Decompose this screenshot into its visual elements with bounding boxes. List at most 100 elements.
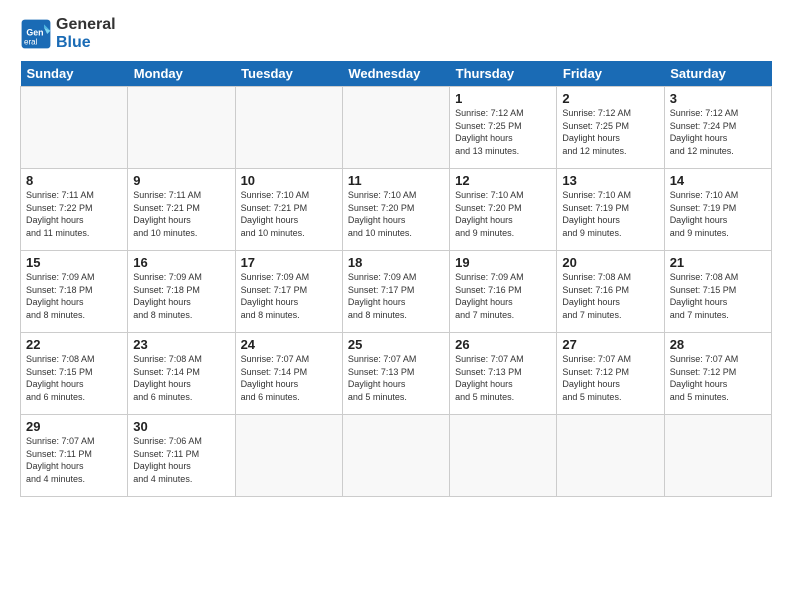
day-number: 25 (348, 337, 444, 352)
day-detail: Sunrise: 7:08 AMSunset: 7:15 PMDaylight … (670, 272, 739, 320)
day-detail: Sunrise: 7:07 AMSunset: 7:13 PMDaylight … (348, 354, 417, 402)
day-detail: Sunrise: 7:10 AMSunset: 7:20 PMDaylight … (455, 190, 524, 238)
day-number: 1 (455, 91, 551, 106)
svg-text:Gen: Gen (26, 27, 43, 37)
day-number: 21 (670, 255, 766, 270)
calendar-cell (450, 415, 557, 497)
calendar-cell: 26 Sunrise: 7:07 AMSunset: 7:13 PMDaylig… (450, 333, 557, 415)
day-detail: Sunrise: 7:07 AMSunset: 7:13 PMDaylight … (455, 354, 524, 402)
day-number: 23 (133, 337, 229, 352)
calendar-cell: 23 Sunrise: 7:08 AMSunset: 7:14 PMDaylig… (128, 333, 235, 415)
calendar-cell: 22 Sunrise: 7:08 AMSunset: 7:15 PMDaylig… (21, 333, 128, 415)
week-row-3: 15 Sunrise: 7:09 AMSunset: 7:18 PMDaylig… (21, 251, 772, 333)
day-detail: Sunrise: 7:12 AMSunset: 7:25 PMDaylight … (562, 108, 631, 156)
calendar-cell: 24 Sunrise: 7:07 AMSunset: 7:14 PMDaylig… (235, 333, 342, 415)
day-detail: Sunrise: 7:11 AMSunset: 7:22 PMDaylight … (26, 190, 94, 238)
calendar-cell (342, 415, 449, 497)
calendar-cell: 21 Sunrise: 7:08 AMSunset: 7:15 PMDaylig… (664, 251, 771, 333)
day-number: 29 (26, 419, 122, 434)
calendar-cell: 20 Sunrise: 7:08 AMSunset: 7:16 PMDaylig… (557, 251, 664, 333)
day-number: 15 (26, 255, 122, 270)
day-detail: Sunrise: 7:07 AMSunset: 7:12 PMDaylight … (670, 354, 739, 402)
day-number: 9 (133, 173, 229, 188)
day-detail: Sunrise: 7:11 AMSunset: 7:21 PMDaylight … (133, 190, 201, 238)
calendar-cell (21, 87, 128, 169)
day-number: 27 (562, 337, 658, 352)
day-number: 14 (670, 173, 766, 188)
calendar-table: SundayMondayTuesdayWednesdayThursdayFrid… (20, 61, 772, 497)
calendar-cell: 29 Sunrise: 7:07 AMSunset: 7:11 PMDaylig… (21, 415, 128, 497)
day-detail: Sunrise: 7:07 AMSunset: 7:11 PMDaylight … (26, 436, 95, 484)
calendar-cell: 13 Sunrise: 7:10 AMSunset: 7:19 PMDaylig… (557, 169, 664, 251)
calendar-cell: 19 Sunrise: 7:09 AMSunset: 7:16 PMDaylig… (450, 251, 557, 333)
calendar-cell (235, 415, 342, 497)
calendar-cell (128, 87, 235, 169)
calendar-cell: 9 Sunrise: 7:11 AMSunset: 7:21 PMDayligh… (128, 169, 235, 251)
day-number: 3 (670, 91, 766, 106)
calendar-cell: 16 Sunrise: 7:09 AMSunset: 7:18 PMDaylig… (128, 251, 235, 333)
day-detail: Sunrise: 7:07 AMSunset: 7:14 PMDaylight … (241, 354, 310, 402)
calendar-cell: 30 Sunrise: 7:06 AMSunset: 7:11 PMDaylig… (128, 415, 235, 497)
day-number: 28 (670, 337, 766, 352)
day-header-sunday: Sunday (21, 61, 128, 87)
day-number: 30 (133, 419, 229, 434)
day-detail: Sunrise: 7:09 AMSunset: 7:17 PMDaylight … (241, 272, 310, 320)
day-number: 16 (133, 255, 229, 270)
day-detail: Sunrise: 7:10 AMSunset: 7:19 PMDaylight … (562, 190, 631, 238)
calendar-cell: 18 Sunrise: 7:09 AMSunset: 7:17 PMDaylig… (342, 251, 449, 333)
day-number: 13 (562, 173, 658, 188)
header: Gen eral General Blue (20, 16, 772, 51)
day-header-thursday: Thursday (450, 61, 557, 87)
calendar-cell: 2 Sunrise: 7:12 AMSunset: 7:25 PMDayligh… (557, 87, 664, 169)
day-number: 24 (241, 337, 337, 352)
calendar-cell: 12 Sunrise: 7:10 AMSunset: 7:20 PMDaylig… (450, 169, 557, 251)
day-detail: Sunrise: 7:06 AMSunset: 7:11 PMDaylight … (133, 436, 202, 484)
day-header-wednesday: Wednesday (342, 61, 449, 87)
day-number: 12 (455, 173, 551, 188)
logo: Gen eral General Blue (20, 16, 116, 51)
week-row-4: 22 Sunrise: 7:08 AMSunset: 7:15 PMDaylig… (21, 333, 772, 415)
day-detail: Sunrise: 7:08 AMSunset: 7:15 PMDaylight … (26, 354, 95, 402)
calendar-cell: 1 Sunrise: 7:12 AMSunset: 7:25 PMDayligh… (450, 87, 557, 169)
calendar-cell: 3 Sunrise: 7:12 AMSunset: 7:24 PMDayligh… (664, 87, 771, 169)
page: Gen eral General Blue SundayMondayTuesda… (0, 0, 792, 507)
calendar-cell (342, 87, 449, 169)
calendar-cell: 10 Sunrise: 7:10 AMSunset: 7:21 PMDaylig… (235, 169, 342, 251)
calendar-cell: 15 Sunrise: 7:09 AMSunset: 7:18 PMDaylig… (21, 251, 128, 333)
calendar-cell: 28 Sunrise: 7:07 AMSunset: 7:12 PMDaylig… (664, 333, 771, 415)
day-detail: Sunrise: 7:10 AMSunset: 7:21 PMDaylight … (241, 190, 310, 238)
day-detail: Sunrise: 7:09 AMSunset: 7:18 PMDaylight … (26, 272, 95, 320)
day-detail: Sunrise: 7:10 AMSunset: 7:19 PMDaylight … (670, 190, 739, 238)
day-number: 20 (562, 255, 658, 270)
day-detail: Sunrise: 7:09 AMSunset: 7:16 PMDaylight … (455, 272, 524, 320)
week-row-5: 29 Sunrise: 7:07 AMSunset: 7:11 PMDaylig… (21, 415, 772, 497)
day-number: 19 (455, 255, 551, 270)
calendar-cell (557, 415, 664, 497)
day-number: 10 (241, 173, 337, 188)
day-detail: Sunrise: 7:12 AMSunset: 7:25 PMDaylight … (455, 108, 524, 156)
calendar-cell: 27 Sunrise: 7:07 AMSunset: 7:12 PMDaylig… (557, 333, 664, 415)
day-header-saturday: Saturday (664, 61, 771, 87)
day-detail: Sunrise: 7:08 AMSunset: 7:14 PMDaylight … (133, 354, 202, 402)
day-number: 17 (241, 255, 337, 270)
calendar-cell: 17 Sunrise: 7:09 AMSunset: 7:17 PMDaylig… (235, 251, 342, 333)
calendar-cell: 14 Sunrise: 7:10 AMSunset: 7:19 PMDaylig… (664, 169, 771, 251)
calendar-cell: 25 Sunrise: 7:07 AMSunset: 7:13 PMDaylig… (342, 333, 449, 415)
day-detail: Sunrise: 7:08 AMSunset: 7:16 PMDaylight … (562, 272, 631, 320)
calendar-cell (664, 415, 771, 497)
day-detail: Sunrise: 7:09 AMSunset: 7:17 PMDaylight … (348, 272, 417, 320)
calendar-cell (235, 87, 342, 169)
calendar-cell: 8 Sunrise: 7:11 AMSunset: 7:22 PMDayligh… (21, 169, 128, 251)
day-header-monday: Monday (128, 61, 235, 87)
day-detail: Sunrise: 7:10 AMSunset: 7:20 PMDaylight … (348, 190, 417, 238)
day-number: 18 (348, 255, 444, 270)
day-number: 11 (348, 173, 444, 188)
week-row-1: 1 Sunrise: 7:12 AMSunset: 7:25 PMDayligh… (21, 87, 772, 169)
week-row-2: 8 Sunrise: 7:11 AMSunset: 7:22 PMDayligh… (21, 169, 772, 251)
day-header-friday: Friday (557, 61, 664, 87)
day-number: 8 (26, 173, 122, 188)
day-detail: Sunrise: 7:12 AMSunset: 7:24 PMDaylight … (670, 108, 739, 156)
calendar-cell: 11 Sunrise: 7:10 AMSunset: 7:20 PMDaylig… (342, 169, 449, 251)
svg-text:eral: eral (24, 37, 38, 46)
logo-text: General Blue (56, 16, 116, 51)
